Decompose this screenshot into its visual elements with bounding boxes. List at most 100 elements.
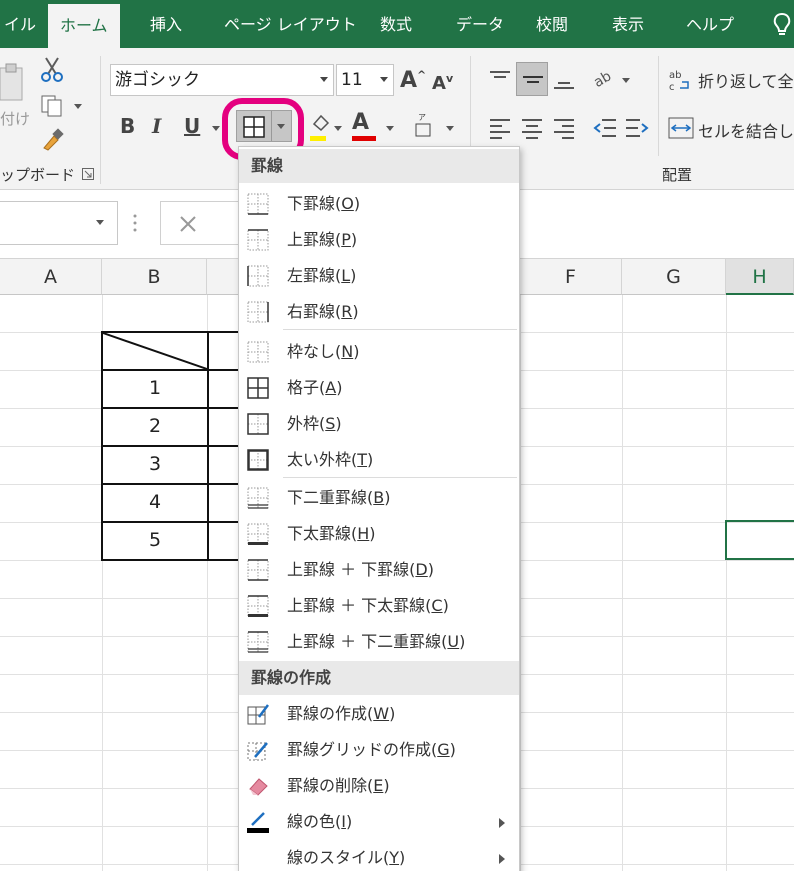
column-header-b[interactable]: B (102, 259, 207, 295)
menu-item-bottom-double-border[interactable]: 下二重罫線(B) (239, 480, 519, 516)
menu-item-no-border[interactable]: 枠なし(N) (239, 334, 519, 370)
menu-item-all-borders[interactable]: 格子(A) (239, 370, 519, 406)
tab-home[interactable]: ホーム (48, 4, 120, 48)
font-color-button[interactable]: A (352, 110, 369, 135)
font-color-dropdown-arrow[interactable] (386, 126, 394, 131)
column-header-a[interactable]: A (0, 259, 102, 295)
increase-indent-icon[interactable] (624, 116, 650, 140)
menu-item-top-double-bottom-border[interactable]: 上罫線 ＋ 下二重罫線(U) (239, 624, 519, 660)
chevron-down-icon (320, 77, 328, 82)
copy-dropdown-arrow[interactable] (74, 104, 82, 109)
menu-item-top-border[interactable]: 上罫線(P) (239, 222, 519, 258)
align-top-icon[interactable] (488, 68, 512, 92)
menu-item-outside-borders[interactable]: 外枠(S) (239, 406, 519, 442)
menu-item-label: 太い外枠(T) (287, 450, 374, 469)
menu-item-line-style[interactable]: 線のスタイル(Y) (239, 840, 519, 871)
cut-icon[interactable] (40, 56, 64, 82)
submenu-arrow-icon (499, 854, 505, 864)
alignment-group-label: 配置 (662, 166, 693, 184)
column-header-h[interactable]: H (726, 259, 794, 295)
tab-page-layout[interactable]: ページ レイアウト (224, 0, 357, 48)
bold-button[interactable]: B (120, 114, 135, 138)
underline-button[interactable]: U (184, 114, 200, 138)
phonetic-dropdown-arrow[interactable] (446, 126, 454, 131)
paste-icon[interactable] (0, 62, 26, 102)
menu-item-eraser[interactable]: 罫線の削除(E) (239, 768, 519, 804)
menu-item-draw-border[interactable]: 罫線の作成(W) (239, 696, 519, 732)
format-painter-icon[interactable] (40, 128, 66, 152)
menu-item-label: 上罫線 ＋ 下二重罫線(U) (287, 632, 466, 651)
decrease-indent-icon[interactable] (592, 116, 618, 140)
tab-help[interactable]: ヘルプ (686, 0, 734, 48)
menu-item-top-bottom-border[interactable]: 上罫線 ＋ 下罫線(D) (239, 552, 519, 588)
table-row[interactable]: 3 (101, 445, 209, 485)
table-row[interactable]: 5 (101, 521, 209, 561)
font-size-combo[interactable]: 11 (336, 64, 394, 96)
font-name-value: 游ゴシック (115, 70, 200, 90)
menu-section-draw-borders: 罫線の作成 (239, 661, 519, 695)
wrap-text-icon[interactable]: ab c (668, 68, 692, 92)
table-row[interactable]: 1 (101, 369, 209, 409)
ribbon-separator (100, 56, 101, 184)
font-name-combo[interactable]: 游ゴシック (110, 64, 334, 96)
menu-item-draw-border-grid[interactable]: 罫線グリッドの作成(G) (239, 732, 519, 768)
table-row[interactable]: 2 (101, 407, 209, 447)
italic-button[interactable]: I (152, 114, 161, 138)
align-bottom-icon[interactable] (552, 68, 576, 92)
menu-item-label: 格子(A) (287, 378, 343, 397)
cancel-icon[interactable] (179, 215, 197, 233)
table-row[interactable]: 4 (101, 483, 209, 523)
lightbulb-icon[interactable] (772, 12, 792, 38)
align-middle-button[interactable] (516, 62, 548, 96)
tab-formulas[interactable]: 数式 (380, 0, 412, 48)
grow-font-button[interactable]: A^ (400, 68, 426, 93)
phonetic-guide-icon[interactable]: ア (414, 112, 434, 138)
chevron-down-icon[interactable] (96, 220, 104, 225)
align-center-icon[interactable] (520, 116, 544, 140)
menu-item-right-border[interactable]: 右罫線(R) (239, 294, 519, 330)
ribbon-separator (658, 56, 659, 156)
menu-item-bottom-border[interactable]: 下罫線(O) (239, 186, 519, 222)
merge-cells-icon[interactable] (668, 116, 694, 140)
tab-review[interactable]: 校閲 (536, 0, 568, 48)
all-borders-icon (247, 377, 269, 399)
menu-item-label: 右罫線(R) (287, 302, 359, 321)
align-right-icon[interactable] (552, 116, 576, 140)
tab-view[interactable]: 表示 (612, 0, 644, 48)
menu-item-left-border[interactable]: 左罫線(L) (239, 258, 519, 294)
table-header-diagonal-cell[interactable] (101, 331, 209, 371)
orientation-dropdown-arrow[interactable] (622, 78, 630, 83)
submenu-arrow-icon (499, 818, 505, 828)
dialog-launcher-icon[interactable] (82, 168, 94, 180)
selected-cell[interactable] (725, 520, 794, 560)
menu-item-thick-bottom-border[interactable]: 下太罫線(H) (239, 516, 519, 552)
fill-color-dropdown-arrow[interactable] (334, 126, 342, 131)
drag-handle-icon[interactable] (132, 213, 138, 233)
tab-data[interactable]: データ (456, 0, 504, 48)
menu-item-label: 罫線グリッドの作成(G) (287, 740, 456, 759)
bottom-border-icon (247, 193, 269, 215)
merge-cells-button[interactable]: セルを結合して (698, 118, 794, 142)
copy-icon[interactable] (40, 94, 66, 118)
draw-border-grid-icon (247, 739, 269, 761)
menu-item-top-thick-bottom-border[interactable]: 上罫線 ＋ 下太罫線(C) (239, 588, 519, 624)
tab-file[interactable]: イル (4, 0, 36, 48)
menu-item-label: 上罫線(P) (287, 230, 358, 249)
name-box[interactable] (0, 201, 118, 245)
diagonal-border (103, 333, 207, 369)
wrap-text-button[interactable]: 折り返して全体 (698, 68, 794, 92)
fill-color-icon[interactable] (310, 112, 330, 134)
menu-item-thick-outside-border[interactable]: 太い外枠(T) (239, 442, 519, 478)
tab-insert[interactable]: 挿入 (150, 0, 182, 48)
menu-separator (283, 477, 517, 478)
no-border-icon (247, 341, 269, 363)
menu-item-label: 枠なし(N) (287, 342, 360, 361)
align-left-icon[interactable] (488, 116, 512, 140)
underline-dropdown-arrow[interactable] (212, 126, 220, 131)
column-header-f[interactable]: F (520, 259, 622, 295)
orientation-icon[interactable]: ab (592, 66, 616, 90)
column-header-g[interactable]: G (622, 259, 726, 295)
shrink-font-button[interactable]: Av (432, 72, 453, 94)
menu-item-line-color[interactable]: 線の色(I) (239, 804, 519, 840)
menu-section-borders: 罫線 (239, 149, 519, 183)
